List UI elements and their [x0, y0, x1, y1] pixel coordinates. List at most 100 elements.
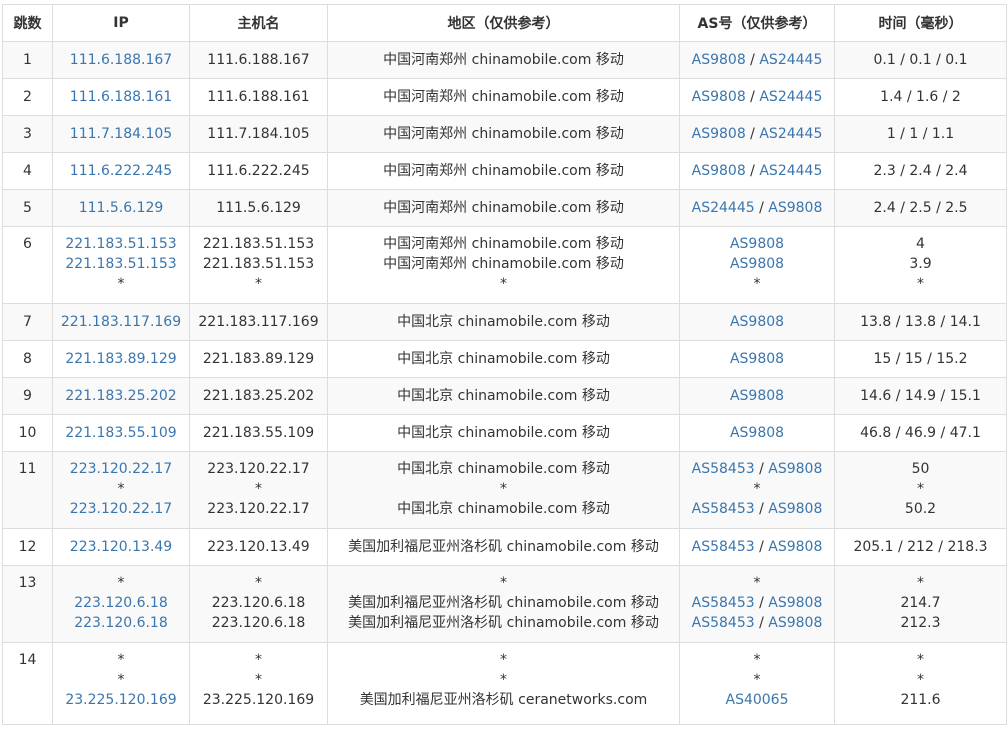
region-cell: 中国北京 chinamobile.com 移动	[327, 377, 680, 415]
region-text: 美国加利福尼亚州洛杉矶 ceranetworks.com	[359, 692, 648, 708]
region-text: 中国河南郑州 chinamobile.com 移动	[383, 200, 624, 216]
ip-cell: 221.183.55.109	[52, 414, 190, 452]
time-text: 2.4 / 2.5 / 2.5	[873, 200, 968, 216]
ip-cell: 111.6.222.245	[52, 152, 190, 190]
as-link[interactable]: AS58453	[692, 501, 755, 517]
as-link[interactable]: AS40065	[726, 692, 789, 708]
ip-link[interactable]: 223.120.22.17	[70, 501, 172, 517]
hostname-cell: 221.183.89.129	[189, 340, 328, 378]
as-separator: /	[754, 501, 769, 517]
as-link[interactable]: AS24445	[759, 163, 822, 179]
as-separator: /	[754, 200, 769, 216]
as-link[interactable]: AS9808	[768, 461, 822, 477]
time-text: 4	[916, 236, 925, 252]
region-cell: * 美国加利福尼亚州洛杉矶 chinamobile.com 移动 美国加利福尼亚州洛…	[327, 565, 680, 643]
no-reply-marker: *	[753, 481, 761, 497]
as-link[interactable]: AS9808	[692, 52, 746, 68]
ip-link[interactable]: 111.6.188.161	[70, 89, 172, 105]
ip-link[interactable]: 111.5.6.129	[79, 200, 164, 216]
as-link[interactable]: AS9808	[730, 236, 784, 252]
as-link[interactable]: AS9808	[730, 314, 784, 330]
ip-link[interactable]: 223.120.22.17	[70, 461, 172, 477]
as-link[interactable]: AS58453	[692, 539, 755, 555]
host-text: 221.183.117.169	[198, 314, 319, 330]
ip-cell: 111.7.184.105	[52, 115, 190, 153]
as-cell: AS9808	[679, 303, 835, 341]
as-separator: /	[754, 461, 769, 477]
as-link[interactable]: AS9808	[730, 425, 784, 441]
as-link[interactable]: AS9808	[768, 615, 822, 631]
ip-link[interactable]: 221.183.89.129	[65, 351, 176, 367]
region-text: 中国北京 chinamobile.com 移动	[397, 351, 610, 367]
ip-link[interactable]: 221.183.51.153	[65, 236, 176, 252]
no-reply-marker: *	[917, 276, 924, 292]
as-separator: /	[754, 615, 769, 631]
region-cell: 中国河南郑州 chinamobile.com 移动	[327, 41, 680, 79]
no-reply-marker: *	[117, 481, 125, 497]
ip-link[interactable]: 223.120.6.18	[74, 615, 168, 631]
as-line: AS58453 / AS9808	[680, 537, 834, 557]
as-link[interactable]: AS24445	[759, 52, 822, 68]
ip-link[interactable]: 223.120.13.49	[70, 539, 172, 555]
as-separator: /	[745, 52, 760, 68]
as-cell: AS9808	[679, 377, 835, 415]
as-line: AS9808 / AS24445	[680, 124, 834, 144]
ip-link[interactable]: 221.183.25.202	[65, 388, 176, 404]
region-cell: 中国北京 chinamobile.com 移动 * 中国北京 chinamobile…	[327, 451, 680, 529]
as-link[interactable]: AS9808	[768, 501, 822, 517]
no-reply-marker: *	[917, 672, 924, 688]
ip-link[interactable]: 23.225.120.169	[65, 692, 176, 708]
as-link[interactable]: AS24445	[759, 89, 822, 105]
as-link[interactable]: AS9808	[692, 163, 746, 179]
as-link[interactable]: AS9808	[768, 200, 822, 216]
ip-link[interactable]: 111.6.222.245	[70, 163, 172, 179]
ip-cell: 111.6.188.167	[52, 41, 190, 79]
region-text: 中国北京 chinamobile.com 移动	[397, 314, 610, 330]
ip-link[interactable]: 221.183.51.153	[65, 256, 176, 272]
as-line: AS58453 / AS9808	[680, 613, 834, 633]
as-link[interactable]: AS9808	[730, 388, 784, 404]
time-cell: 15 / 15 / 15.2	[834, 340, 1007, 378]
host-text: 223.120.6.18	[211, 595, 306, 611]
as-line: AS9808 / AS24445	[680, 50, 834, 70]
hostname-cell: 221.183.117.169	[189, 303, 328, 341]
as-link[interactable]: AS24445	[759, 126, 822, 142]
as-link[interactable]: AS9808	[692, 126, 746, 142]
no-reply-marker: *	[255, 652, 262, 668]
as-link[interactable]: AS9808	[730, 351, 784, 367]
region-text: 中国河南郑州 chinamobile.com 移动	[383, 256, 624, 272]
ip-link[interactable]: 221.183.55.109	[65, 425, 176, 441]
region-text: 中国河南郑州 chinamobile.com 移动	[383, 163, 624, 179]
ip-link[interactable]: 111.7.184.105	[70, 126, 172, 142]
no-reply-marker: *	[117, 276, 125, 292]
as-line: *	[680, 573, 834, 593]
as-cell: AS58453 / AS9808	[679, 528, 835, 566]
as-link[interactable]: AS9808	[768, 539, 822, 555]
region-text: 中国北京 chinamobile.com 移动	[397, 461, 610, 477]
header-row: 跳数 IP 主机名 地区（仅供参考） AS号（仅供参考） 时间（毫秒）	[2, 4, 1007, 42]
as-cell: AS24445 / AS9808	[679, 189, 835, 227]
as-link[interactable]: AS58453	[692, 615, 755, 631]
ip-link[interactable]: 221.183.117.169	[61, 314, 181, 330]
hostname-cell: 223.120.22.17 * 223.120.22.17	[189, 451, 328, 529]
as-line: *	[680, 274, 834, 294]
ip-cell: 111.5.6.129	[52, 189, 190, 227]
time-text: 211.6	[900, 692, 941, 708]
as-link[interactable]: AS9808	[768, 595, 822, 611]
as-link[interactable]: AS9808	[692, 89, 746, 105]
ip-link[interactable]: 223.120.6.18	[74, 595, 168, 611]
as-link[interactable]: AS24445	[692, 200, 755, 216]
as-line: *	[680, 650, 834, 670]
region-text: 中国河南郑州 chinamobile.com 移动	[383, 126, 624, 142]
no-reply-marker: *	[500, 481, 507, 497]
as-link[interactable]: AS58453	[692, 595, 755, 611]
as-link[interactable]: AS9808	[730, 256, 784, 272]
as-line: AS9808	[680, 254, 834, 274]
time-cell: 46.8 / 46.9 / 47.1	[834, 414, 1007, 452]
ip-cell: 111.6.188.161	[52, 78, 190, 116]
as-cell: AS9808 / AS24445	[679, 78, 835, 116]
as-link[interactable]: AS58453	[692, 461, 755, 477]
as-line: AS24445 / AS9808	[680, 198, 834, 218]
as-separator: /	[745, 163, 760, 179]
ip-link[interactable]: 111.6.188.167	[70, 52, 172, 68]
